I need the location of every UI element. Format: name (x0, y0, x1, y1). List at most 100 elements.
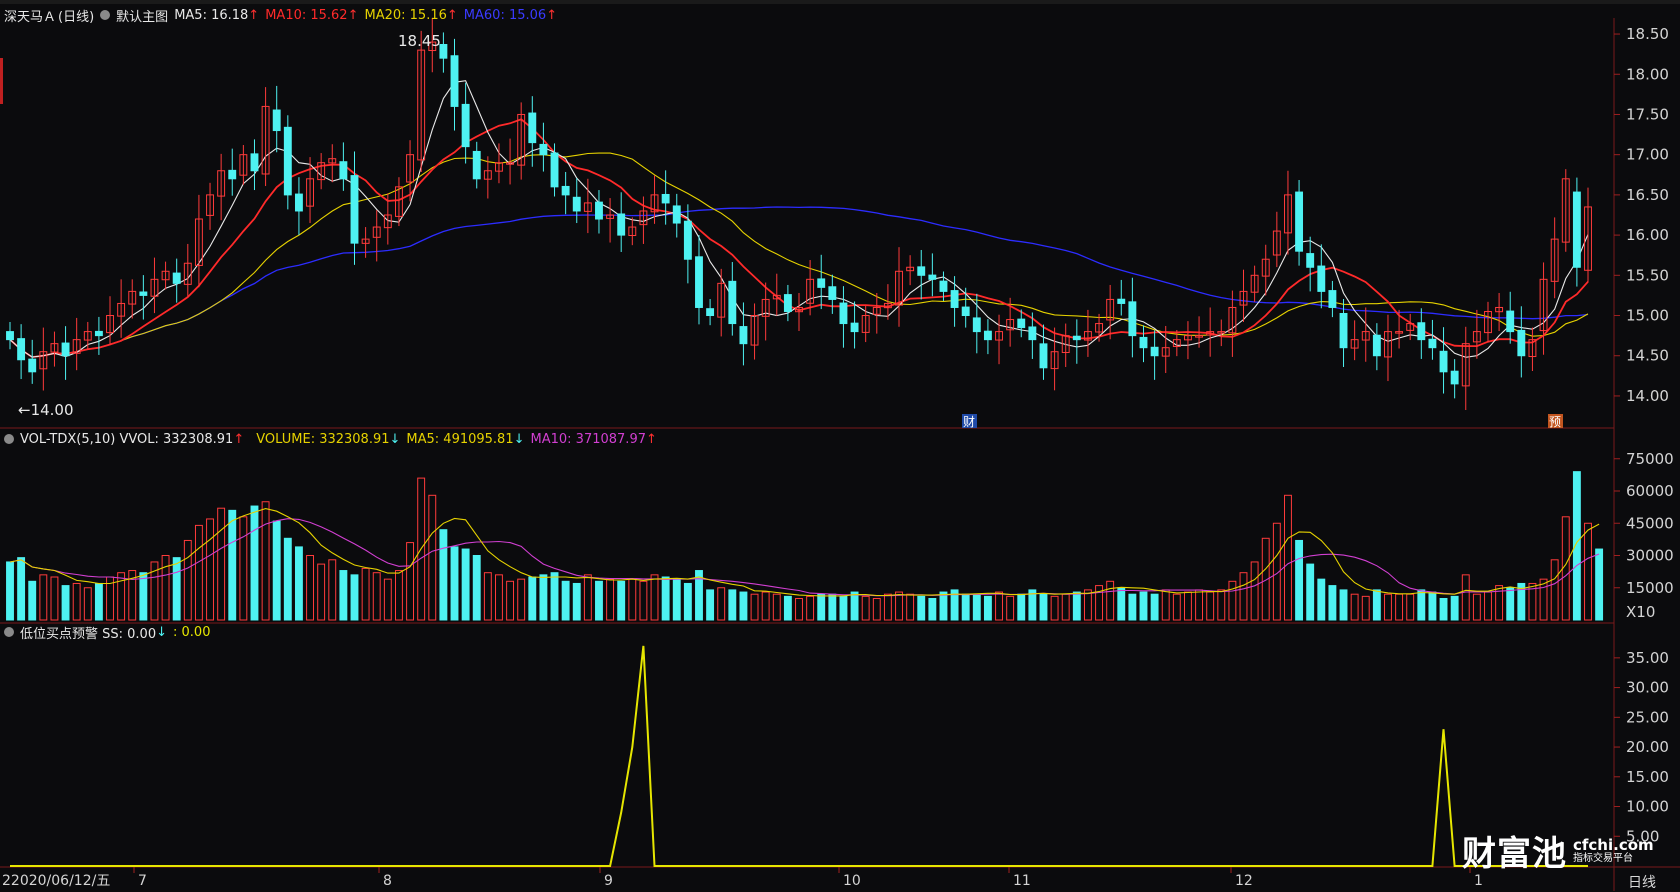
candle-body (728, 280, 737, 325)
candle-body (695, 256, 703, 308)
volume-bar (628, 578, 637, 621)
volume-bar (1006, 595, 1015, 621)
month-label: 1 (1474, 873, 1483, 889)
signal-indicator-name[interactable]: 低位买点预警 SS: 0.00 (20, 623, 156, 642)
volume-bar (394, 570, 403, 621)
volume-bar (983, 595, 992, 621)
volume-bar (1506, 587, 1515, 621)
candle-body (228, 169, 237, 180)
volume-bar (672, 578, 681, 621)
month-label: 8 (383, 873, 392, 889)
volume-bar (639, 580, 648, 621)
period-button[interactable]: 日线 (1628, 872, 1656, 892)
volume-bar (895, 591, 903, 621)
volume-bar (294, 546, 303, 621)
volume-bar (1584, 522, 1592, 621)
volume-bar (772, 593, 781, 621)
template-name[interactable]: 默认主图 (116, 6, 168, 25)
volume-bar (972, 593, 981, 621)
volume-value: VOLUME: 332308.91 (256, 431, 390, 447)
price-tick-label: 16.50 (1626, 186, 1669, 204)
ss-signal-line (10, 645, 1588, 867)
volume-bar (61, 585, 70, 621)
volume-bar (228, 509, 237, 621)
volume-bar (817, 593, 826, 621)
volume-bar (495, 574, 503, 621)
candle-body (572, 196, 581, 212)
month-label: 10 (843, 873, 861, 889)
volume-settings-dot-icon[interactable] (4, 434, 14, 444)
candle-body (1117, 298, 1126, 304)
price-tick-label: 18.50 (1626, 25, 1669, 43)
stock-name[interactable]: 深天马Ａ (4, 6, 56, 25)
volume-bar (1395, 593, 1404, 621)
price-tick-label: 15.00 (1626, 307, 1669, 325)
volume-bar (1450, 595, 1459, 621)
volume-bar (1106, 580, 1115, 621)
watermark-tagline: 指标交易平台 (1573, 853, 1633, 865)
volume-bar (161, 555, 170, 621)
vvol-arrow: ↑ (233, 431, 245, 447)
signal-settings-dot-icon[interactable] (4, 627, 14, 637)
volume-panel-header: VOL-TDX(5,10) VVOL: 332308.91 ↑ VOLUME: 3… (4, 430, 657, 448)
candle-body (172, 272, 181, 284)
volume-bar (272, 520, 281, 621)
volume-bar (761, 591, 770, 621)
ma60-arrow: ↑ (546, 7, 558, 23)
main-panel-header: 深天马Ａ (日线) 默认主图 MA5: 16.18 ↑ MA10: 15.62 ↑ … (4, 6, 558, 25)
volume-bar (1061, 593, 1070, 621)
volume-bar (1306, 563, 1315, 621)
volume-tick-label: 75000 (1626, 450, 1674, 468)
volume-tick-label: 30000 (1626, 547, 1674, 565)
volume-bar (450, 546, 459, 621)
volume-bar (617, 580, 626, 621)
volume-indicator-name[interactable]: VOL-TDX(5,10) VVOL: 332308.91 (20, 432, 233, 447)
volume-bar (1361, 595, 1370, 621)
volume-bar (995, 591, 1003, 621)
price-tick-label: 14.00 (1626, 387, 1669, 405)
volume-bar (828, 593, 837, 621)
candle-body (1339, 313, 1348, 349)
volume-unit-label: X10 (1626, 603, 1655, 621)
candle-body (561, 185, 570, 196)
candle-body (1317, 265, 1326, 292)
candle-body (1039, 343, 1048, 369)
volume-bar (1384, 593, 1392, 621)
volume-bar (728, 589, 737, 621)
volume-bar (94, 582, 103, 621)
volume-bar (1206, 591, 1215, 621)
volume-bar (806, 595, 815, 621)
volume-bars (6, 471, 1604, 621)
low-price-marker: ←14.00 (18, 401, 74, 419)
settings-dot-icon[interactable] (100, 10, 111, 20)
candle-body (706, 308, 715, 317)
ma10-value: MA10: 15.62 (265, 7, 348, 23)
candle-body (28, 358, 37, 373)
volume-bar (839, 595, 848, 621)
price-tick-label: 14.50 (1626, 347, 1669, 365)
volume-bar (183, 539, 192, 621)
volume-bar (1461, 574, 1470, 621)
volume-bar (1017, 593, 1026, 621)
candle-body (339, 161, 348, 180)
volume-bar (1284, 494, 1292, 621)
volume-ma5-arrow: ↓ (513, 431, 525, 447)
candle-body (661, 193, 670, 204)
volume-bar (1117, 587, 1126, 621)
volume-bar (1372, 589, 1381, 621)
volume-bar (383, 578, 392, 621)
ma10-arrow: ↑ (347, 7, 359, 23)
volume-bar (550, 572, 559, 621)
volume-tick-label: 45000 (1626, 514, 1674, 532)
signal-tick-label: 30.00 (1626, 679, 1669, 697)
volume-bar (239, 516, 248, 621)
volume-bar (217, 507, 226, 621)
volume-bar (1406, 593, 1415, 621)
candle-body (672, 205, 681, 224)
volume-bar (350, 574, 359, 621)
candle-body (950, 290, 959, 308)
candle-body (1572, 191, 1581, 268)
volume-bar (1083, 589, 1092, 621)
volume-bar (583, 574, 592, 621)
volume-bar (1072, 591, 1081, 621)
